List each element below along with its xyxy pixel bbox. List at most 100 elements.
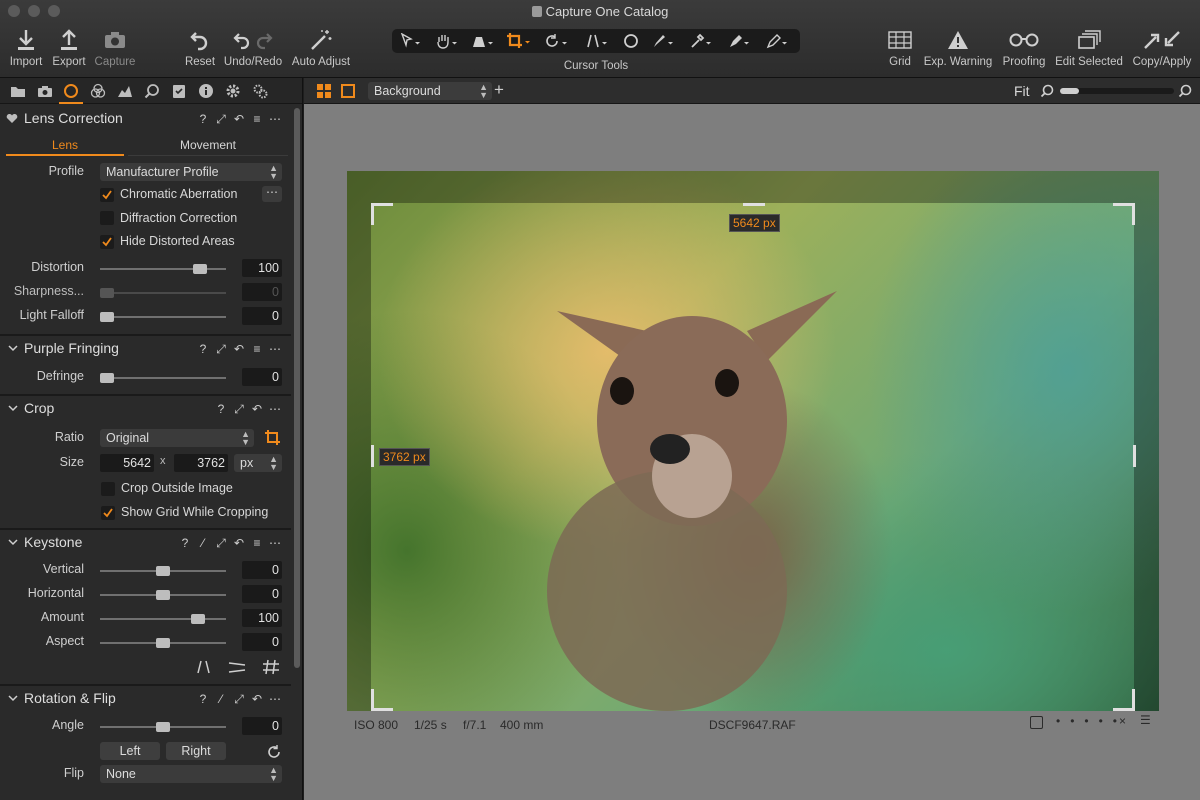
local-adjust-icon[interactable]: ⤢ — [215, 536, 227, 550]
crop-cursor-tool[interactable] — [504, 32, 534, 50]
proofing-button[interactable]: Proofing — [1000, 26, 1048, 68]
crop-handle-bottom-right[interactable] — [1113, 689, 1135, 711]
diffraction-correction-checkbox[interactable] — [100, 211, 114, 225]
magic-wand-icon[interactable]: ⁄ — [197, 536, 209, 550]
crop-handle-top-left[interactable] — [371, 203, 393, 225]
crop-width-input[interactable]: 5642 — [100, 454, 154, 472]
vertical-value[interactable]: 0 — [242, 561, 282, 579]
tab-lens-sub[interactable]: Lens — [6, 136, 124, 156]
presets-icon[interactable]: ≡ — [251, 342, 263, 356]
light-falloff-slider[interactable] — [100, 312, 226, 322]
erase-cursor-tool[interactable] — [762, 32, 792, 50]
tab-movement-sub[interactable]: Movement — [128, 136, 288, 156]
reset-button[interactable]: Reset — [183, 26, 217, 68]
grid-button[interactable]: Grid — [884, 26, 916, 68]
multi-view-icon[interactable] — [316, 83, 332, 99]
single-view-icon[interactable] — [340, 83, 356, 99]
edit-selected-button[interactable]: Edit Selected — [1052, 26, 1126, 68]
zoom-fit-label[interactable]: Fit — [1014, 83, 1030, 99]
help-icon[interactable]: ? — [197, 342, 209, 356]
light-falloff-slider-knob[interactable] — [100, 312, 114, 322]
rotate-left-button[interactable]: Left — [100, 742, 160, 760]
tab-library[interactable] — [9, 82, 27, 100]
local-adjust-icon[interactable]: ⤢ — [233, 692, 245, 706]
horizontal-slider[interactable] — [100, 590, 226, 600]
star-rating[interactable]: ••••• — [1056, 714, 1127, 728]
sharpness-slider[interactable] — [100, 288, 226, 298]
zoom-in-icon[interactable] — [1178, 84, 1192, 98]
crop-outside-image-checkbox[interactable] — [101, 482, 115, 496]
hide-distorted-areas-checkbox[interactable] — [100, 235, 114, 249]
undo-redo-button[interactable]: Undo/Redo — [222, 26, 284, 68]
kangaroo-photo[interactable]: 5642 px 3762 px — [347, 171, 1159, 711]
tab-exposure[interactable] — [116, 82, 134, 100]
more-icon[interactable]: ⋯ — [269, 536, 281, 550]
export-button[interactable]: Export — [49, 26, 89, 68]
vertical-slider-knob[interactable] — [156, 566, 170, 576]
scrollbar-thumb[interactable] — [294, 108, 300, 668]
annotate-cursor-tool[interactable] — [724, 32, 754, 50]
crop-handle-right[interactable] — [1133, 445, 1136, 467]
color-tag-x-icon[interactable]: × — [1119, 714, 1126, 728]
show-grid-checkbox[interactable] — [101, 506, 115, 520]
exposure-warning-button[interactable]: Exp. Warning — [922, 26, 994, 68]
picker-cursor-tool[interactable] — [686, 32, 716, 50]
zoom-slider[interactable] — [1060, 88, 1174, 94]
distortion-slider-knob[interactable] — [193, 264, 207, 274]
help-icon[interactable]: ? — [197, 112, 209, 126]
crop-handle-top-right[interactable] — [1113, 203, 1135, 225]
rotate-free-icon[interactable] — [266, 744, 282, 760]
chromatic-aberration-options-button[interactable]: ⋯ — [262, 186, 282, 202]
more-icon[interactable]: ⋯ — [269, 112, 281, 126]
presets-icon[interactable]: ≡ — [251, 112, 263, 126]
angle-value[interactable]: 0 — [242, 717, 282, 735]
crop-handle-left[interactable] — [371, 445, 374, 467]
more-icon[interactable]: ⋯ — [269, 342, 281, 356]
horizontal-slider-knob[interactable] — [156, 590, 170, 600]
tab-output[interactable] — [224, 82, 242, 100]
tab-batch[interactable] — [251, 82, 269, 100]
keystone-cursor-tool[interactable] — [582, 32, 612, 50]
crop-unit-select[interactable]: px ▲ ▼ — [234, 454, 282, 472]
tab-lens[interactable] — [62, 82, 80, 100]
sharpness-slider-knob[interactable] — [100, 288, 114, 298]
crop-header[interactable]: Crop ? ⤢ ↶ ⋯ — [0, 396, 291, 422]
ratio-select[interactable]: Original ▲ ▼ — [100, 429, 254, 447]
distortion-slider[interactable] — [100, 264, 226, 274]
help-icon[interactable]: ? — [179, 536, 191, 550]
auto-adjust-button[interactable]: Auto Adjust — [289, 26, 353, 68]
import-button[interactable]: Import — [6, 26, 46, 68]
keystone-horizontal-icon[interactable] — [228, 659, 246, 675]
tab-color[interactable] — [89, 82, 107, 100]
layer-select[interactable]: Background ▲ ▼ — [368, 82, 492, 100]
rotate-right-button[interactable]: Right — [166, 742, 226, 760]
local-adjust-icon[interactable]: ⤢ — [215, 112, 227, 126]
angle-slider-knob[interactable] — [156, 722, 170, 732]
crop-height-input[interactable]: 3762 — [174, 454, 228, 472]
presets-icon[interactable]: ≡ — [251, 536, 263, 550]
image-viewer[interactable]: 5642 px 3762 px ISO 800 1/25 s f/7.1 400… — [304, 104, 1200, 800]
angle-slider[interactable] — [100, 722, 226, 732]
keystone-vertical-icon[interactable] — [196, 659, 212, 675]
reset-tool-icon[interactable]: ↶ — [251, 692, 263, 706]
pan-cursor-tool[interactable] — [432, 32, 462, 50]
vertical-slider[interactable] — [100, 566, 226, 576]
lens-correction-header[interactable]: Lens Correction ? ⤢ ↶ ≡ ⋯ — [0, 106, 291, 132]
reset-tool-icon[interactable]: ↶ — [233, 536, 245, 550]
magic-wand-icon[interactable]: ⁄ — [215, 692, 227, 706]
select-checkbox[interactable] — [1030, 716, 1043, 729]
crop-handle-top[interactable] — [743, 203, 765, 206]
reset-tool-icon[interactable]: ↶ — [251, 402, 263, 416]
amount-slider-knob[interactable] — [191, 614, 205, 624]
reset-tool-icon[interactable]: ↶ — [233, 112, 245, 126]
copy-apply-button[interactable]: Copy/Apply — [1131, 26, 1193, 68]
defringe-slider[interactable] — [100, 373, 226, 383]
reset-tool-icon[interactable]: ↶ — [233, 342, 245, 356]
light-falloff-value[interactable]: 0 — [242, 307, 282, 325]
tab-metadata[interactable] — [197, 82, 215, 100]
add-layer-icon[interactable]: + — [494, 80, 504, 100]
amount-value[interactable]: 100 — [242, 609, 282, 627]
purple-fringing-header[interactable]: Purple Fringing ? ⤢ ↶ ≡ ⋯ — [0, 336, 291, 362]
tab-adjustments[interactable] — [170, 82, 188, 100]
tab-capture[interactable] — [36, 82, 54, 100]
